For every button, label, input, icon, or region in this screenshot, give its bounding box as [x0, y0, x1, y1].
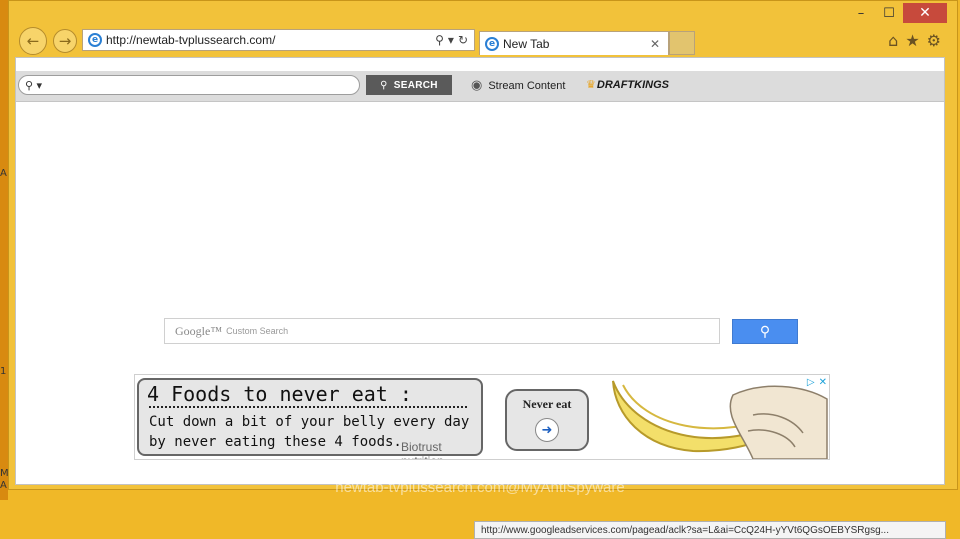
ad-sponsor: Biotrust nutrition — [401, 440, 444, 459]
arrow-right-icon: ➜ — [535, 418, 559, 442]
ie-tab-icon: e — [485, 36, 499, 51]
ad-squiggle-divider — [149, 406, 467, 410]
desktop-icon-label: A — [0, 168, 7, 179]
new-tab-button[interactable] — [669, 31, 695, 55]
settings-gear-icon[interactable]: ⚙ — [927, 31, 941, 50]
page-content: ⚲ ▾ ⚲ SEARCH ◉ Stream Content ♛ DRAFTKIN… — [15, 57, 946, 539]
desktop-icon-label: 1 — [0, 366, 7, 377]
browser-window: – ☐ ✕ ← → e http://newtab-tvplussearch.c… — [8, 0, 958, 539]
favorites-star-icon[interactable]: ★ — [905, 31, 919, 50]
stream-content-label: Stream Content — [488, 79, 566, 92]
close-ad-icon[interactable]: ✕ — [819, 377, 827, 388]
ad-banner[interactable]: 4 Foods to never eat : Cut down a bit of… — [134, 374, 830, 460]
custom-search-label: Custom Search — [226, 326, 289, 336]
ad-cta-button[interactable]: Never eat ➜ — [505, 389, 589, 451]
desktop-background — [0, 0, 8, 500]
ad-text-bubble: 4 Foods to never eat : Cut down a bit of… — [137, 378, 483, 459]
draftkings-label: DRAFTKINGS — [596, 78, 669, 91]
arrow-left-icon: ← — [26, 32, 40, 50]
back-button[interactable]: ← — [19, 27, 47, 55]
search-button-label: SEARCH — [393, 79, 438, 91]
google-custom-search-input[interactable]: Google™ Custom Search — [164, 318, 720, 344]
browser-top-icons: ⌂ ★ ⚙ — [888, 31, 941, 50]
refresh-icon[interactable]: ↻ — [458, 33, 468, 47]
status-bar-url: http://www.googleadservices.com/pagead/a… — [474, 521, 946, 539]
adchoices-icon[interactable]: ▷ — [807, 377, 815, 388]
tab-title: New Tab — [503, 36, 550, 51]
home-icon[interactable]: ⌂ — [888, 31, 898, 50]
arrow-right-icon: → — [58, 32, 72, 50]
close-window-button[interactable]: ✕ — [903, 3, 947, 23]
ad-headline: 4 Foods to never eat : — [147, 382, 412, 406]
stream-content-link[interactable]: ◉ Stream Content — [471, 78, 565, 93]
ie-site-icon: e — [88, 33, 102, 47]
ad-choices[interactable]: ▷ ✕ — [807, 377, 827, 388]
crown-icon: ♛ — [586, 78, 596, 91]
toolbar-search-button[interactable]: ⚲ SEARCH — [366, 75, 452, 95]
tab-new-tab[interactable]: e New Tab ✕ — [479, 31, 669, 55]
window-controls: – ☐ ✕ — [847, 3, 947, 23]
close-tab-icon[interactable]: ✕ — [650, 37, 660, 51]
adware-toolbar: ⚲ ▾ ⚲ SEARCH ◉ Stream Content ♛ DRAFTKIN… — [16, 71, 944, 102]
address-url[interactable]: http://newtab-tvplussearch.com/ — [106, 33, 435, 47]
search-icon: ⚲ — [759, 323, 771, 340]
watermark-text: newtab-tvplussearch.com@MyAntiSpyware — [335, 479, 625, 496]
dropdown-arrow-icon[interactable]: ▾ — [448, 33, 454, 47]
minimize-button[interactable]: – — [847, 3, 875, 23]
google-brand: Google™ — [175, 323, 223, 338]
forward-button[interactable]: → — [53, 29, 77, 53]
search-icon[interactable]: ⚲ — [435, 33, 444, 47]
magnifier-icon: ⚲ — [380, 79, 388, 91]
google-search-button[interactable]: ⚲ — [732, 319, 798, 344]
toolbar-search-input[interactable]: ⚲ ▾ — [18, 75, 360, 95]
address-tools: ⚲ ▾ ↻ — [435, 33, 468, 47]
banana-image — [612, 380, 828, 459]
broadcast-icon: ◉ — [471, 78, 483, 93]
draftkings-logo-link[interactable]: ♛ DRAFTKINGS — [586, 78, 669, 91]
address-bar[interactable]: e http://newtab-tvplussearch.com/ ⚲ ▾ ↻ — [82, 29, 475, 51]
ad-cta-label: Never eat — [522, 397, 572, 411]
maximize-button[interactable]: ☐ — [875, 3, 903, 23]
